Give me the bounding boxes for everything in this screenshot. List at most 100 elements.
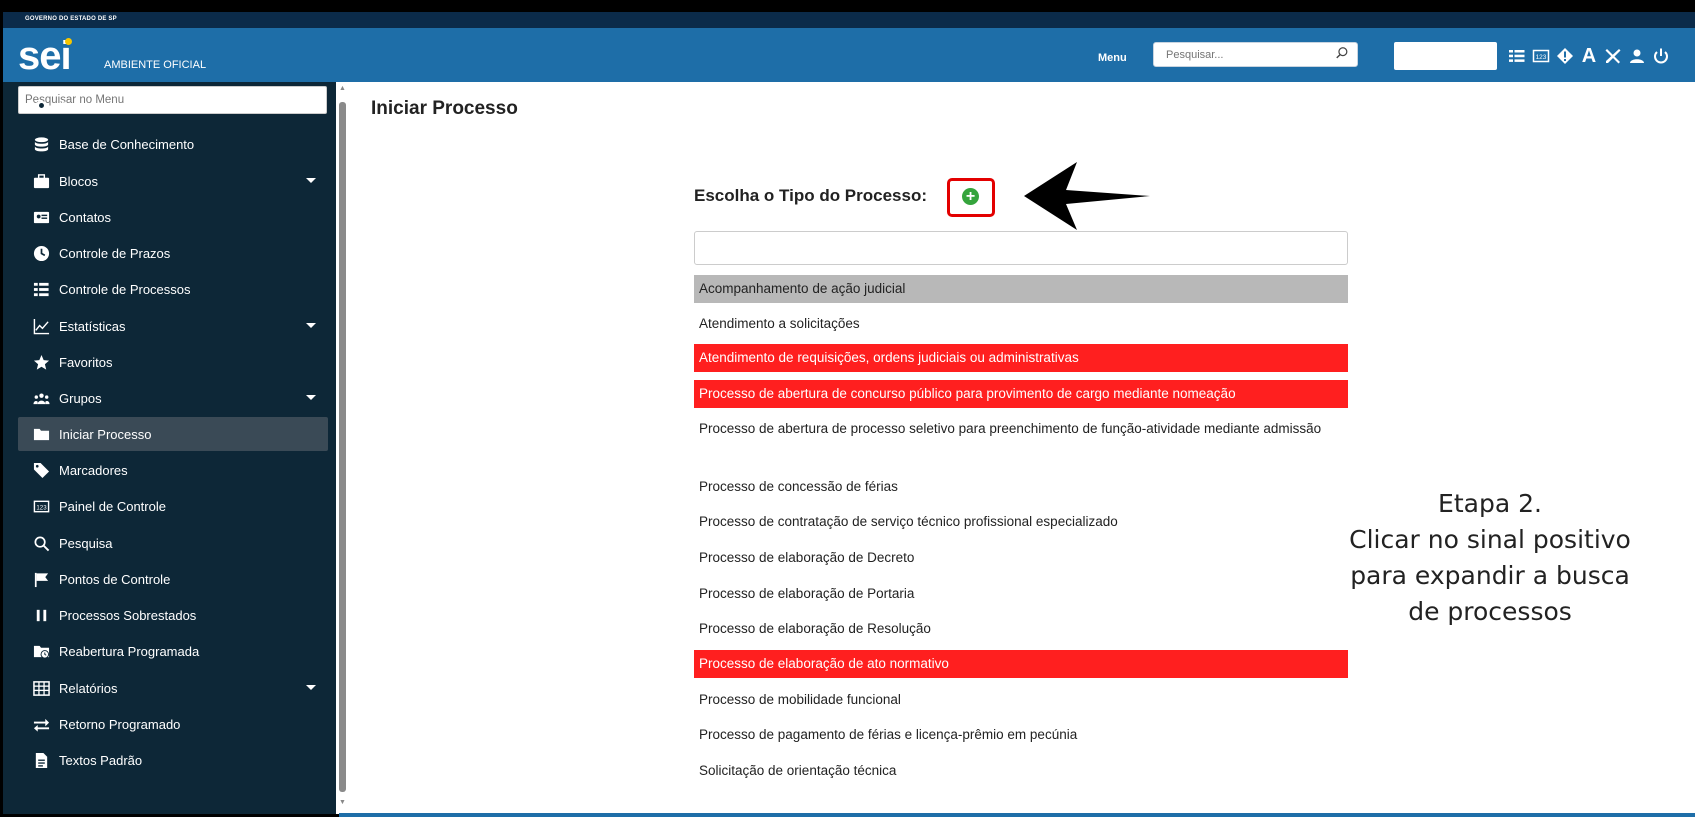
alert-icon[interactable]	[1556, 47, 1574, 65]
unit-selector[interactable]	[1394, 42, 1497, 70]
sidebar-item[interactable]: Marcadores	[18, 453, 328, 487]
environment-label: AMBIENTE OFICIAL	[104, 59, 207, 71]
annotation-line: Etapa 2.	[1438, 489, 1542, 518]
sidebar-item[interactable]: Contatos	[18, 200, 328, 234]
menu-toggle[interactable]: Menu	[1098, 52, 1127, 64]
process-type-option[interactable]: Processo de elaboração de Portaria	[694, 580, 1348, 608]
sidebar-item[interactable]: Controle de Processos	[18, 272, 328, 306]
sidebar-item[interactable]: Processos Sobrestados	[18, 598, 328, 632]
sidebar-item-label: Acompanhamento Especial	[59, 97, 218, 113]
page-title: Iniciar Processo	[371, 98, 518, 119]
sidebar-item[interactable]: Controle de Prazos	[18, 236, 328, 270]
flag-icon	[32, 570, 50, 588]
logo-dot	[65, 38, 72, 45]
header-icons: 123 A	[1508, 42, 1670, 70]
svg-text:123: 123	[1536, 54, 1547, 61]
annotation-arrow-icon	[1024, 162, 1150, 230]
sidebar-item[interactable]: Reabertura Programada	[18, 634, 328, 668]
caret-down-icon[interactable]	[306, 178, 316, 183]
sidebar-menu: Acompanhamento Especial Base de Conhecime…	[3, 82, 348, 814]
choose-type-label: Escolha o Tipo do Processo:	[694, 186, 928, 205]
tools-icon[interactable]	[1604, 47, 1622, 65]
sidebar-item[interactable]: Favoritos	[18, 345, 328, 379]
sidebar-item-label: Pesquisa	[59, 535, 113, 551]
sidebar-item-label: Base de Conhecimento	[59, 136, 195, 152]
annotation-line: para expandir a busca	[1350, 561, 1630, 590]
process-type-filter	[694, 231, 1351, 266]
panel-123-icon[interactable]: 123	[1532, 47, 1550, 65]
sidebar-item-label: Grupos	[59, 390, 102, 406]
sidebar-item[interactable]: Relatórios	[18, 671, 328, 705]
sidebar-item-label: Reabertura Programada	[59, 643, 200, 659]
scrollbar-thumb[interactable]	[339, 102, 346, 792]
process-type-option[interactable]: Atendimento a solicitações	[694, 310, 1348, 338]
sidebar-scrollbar[interactable]: ▲ ▼	[336, 82, 348, 814]
process-type-option[interactable]: Processo de pagamento de férias e licenç…	[694, 721, 1348, 749]
process-type-option[interactable]: Processo de abertura de processo seletiv…	[694, 416, 1348, 466]
process-type-option[interactable]: Processo de mobilidade funcional	[694, 686, 1348, 714]
list-icon	[32, 280, 50, 298]
footer-bar	[339, 813, 1695, 817]
sidebar-item-label: Estatísticas	[59, 318, 126, 334]
sidebar-item[interactable]: Estatísticas	[18, 309, 328, 343]
sidebar-item-label: Processos Sobrestados	[59, 607, 197, 623]
sidebar-item-label: Favoritos	[59, 354, 113, 370]
sidebar-item[interactable]: 123 Painel de Controle	[18, 489, 328, 523]
top-header: sei AMBIENTE OFICIAL Menu 123 A	[3, 28, 1695, 82]
scroll-down-icon[interactable]: ▼	[339, 799, 346, 806]
document-icon	[32, 751, 50, 769]
sidebar-item[interactable]: Pontos de Controle	[18, 562, 328, 596]
sidebar-item[interactable]: Textos Padrão	[18, 743, 328, 777]
sidebar-item-label: Contatos	[59, 209, 112, 225]
caret-down-icon[interactable]	[306, 685, 316, 690]
exchange-icon	[32, 715, 50, 733]
eye-icon	[32, 96, 50, 114]
sidebar-item[interactable]: Retorno Programado	[18, 707, 328, 741]
scroll-up-icon[interactable]: ▲	[339, 85, 346, 92]
process-type-filter-input[interactable]	[695, 232, 1351, 266]
star-icon	[32, 353, 50, 371]
caret-down-icon[interactable]	[306, 395, 316, 400]
contact-card-icon	[32, 208, 50, 226]
plus-highlight-box: +	[947, 178, 995, 217]
process-type-option[interactable]: Processo de elaboração de Decreto	[694, 544, 1348, 572]
process-type-option[interactable]: Processo de abertura de concurso público…	[694, 380, 1348, 408]
process-type-option[interactable]: Processo de concessão de férias	[694, 473, 1348, 501]
sidebar-item[interactable]: Acompanhamento Especial	[18, 92, 328, 118]
sidebar-item[interactable]: Pesquisa	[18, 526, 328, 560]
font-size-icon[interactable]: A	[1580, 45, 1598, 67]
power-icon[interactable]	[1652, 47, 1670, 65]
sidebar-item-label: Blocos	[59, 173, 99, 189]
process-type-option[interactable]: Acompanhamento de ação judicial	[694, 275, 1348, 303]
process-type-option[interactable]: Processo de elaboração de Resolução	[694, 615, 1348, 643]
sidebar-item[interactable]: Iniciar Processo	[18, 417, 328, 451]
sidebar-item[interactable]: Base de Conhecimento	[18, 127, 328, 161]
sidebar-item[interactable]: Grupos	[18, 381, 328, 415]
search-icon	[32, 534, 50, 552]
database-icon	[32, 135, 50, 153]
expand-plus-button[interactable]: +	[962, 188, 979, 205]
pause-icon	[32, 606, 50, 624]
annotation-line: Clicar no sinal positivo	[1349, 525, 1631, 554]
sidebar-item-label: Pontos de Controle	[59, 571, 171, 587]
process-type-option[interactable]: Atendimento de requisições, ordens judic…	[694, 344, 1348, 372]
sidebar-item[interactable]: Blocos	[18, 164, 328, 198]
caret-down-icon[interactable]	[306, 323, 316, 328]
process-type-option[interactable]: Solicitação de orientação técnica	[694, 757, 1348, 785]
chart-line-icon	[32, 317, 50, 335]
annotation-line: de processos	[1408, 597, 1572, 626]
process-type-option[interactable]: Processo de elaboração de ato normativo	[694, 650, 1348, 678]
group-icon	[32, 389, 50, 407]
header-search	[1153, 42, 1358, 67]
search-icon[interactable]	[1335, 46, 1349, 60]
header-search-input[interactable]	[1164, 48, 1318, 62]
process-type-option[interactable]: Processo de contratação de serviço técni…	[694, 508, 1348, 536]
sei-logo[interactable]: sei	[18, 36, 72, 76]
list-icon[interactable]	[1508, 47, 1526, 65]
briefcase-icon	[32, 172, 50, 190]
sidebar-item-label: Retorno Programado	[59, 716, 181, 732]
sidebar-item-label: Textos Padrão	[59, 752, 143, 768]
user-icon[interactable]	[1628, 47, 1646, 65]
folder-icon	[32, 425, 50, 443]
gov-banner-text: GOVERNO DO ESTADO DE SP	[25, 16, 117, 22]
